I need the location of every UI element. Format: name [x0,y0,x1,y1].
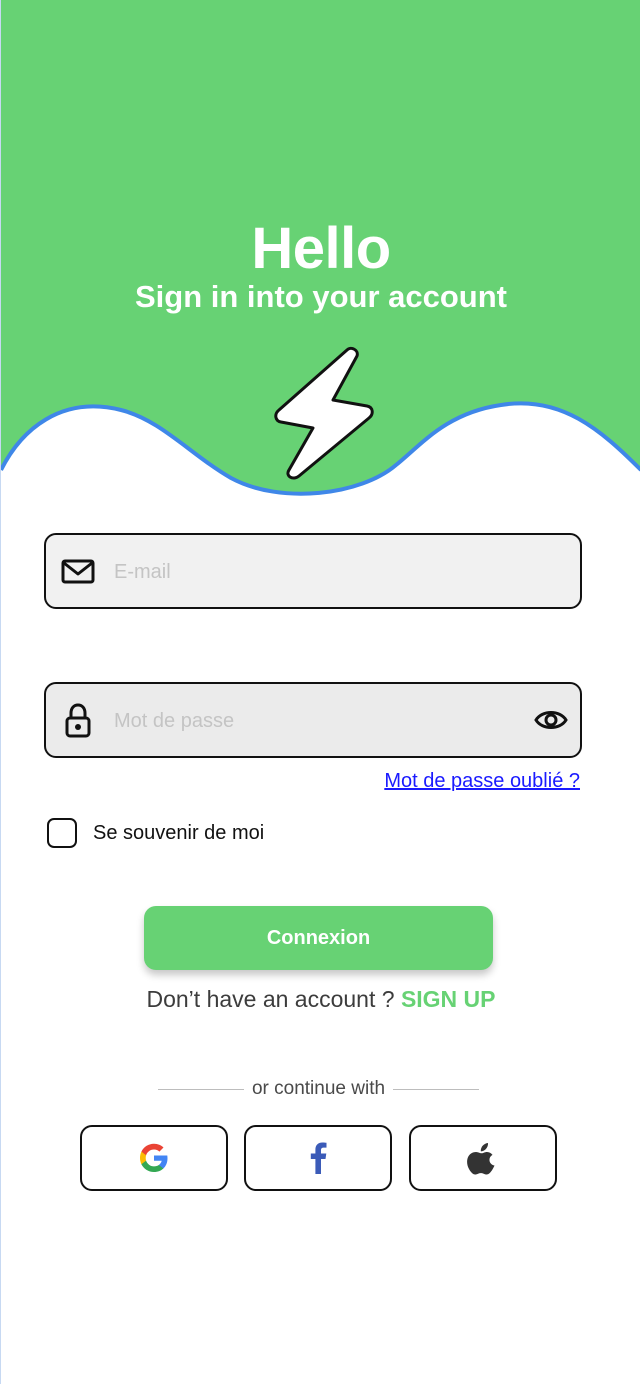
google-icon [140,1143,168,1172]
apple-icon [467,1143,495,1175]
email-input[interactable] [112,535,516,609]
signup-prompt-row: Don’t have an account ? SIGN UP [1,986,640,1013]
facebook-icon [310,1142,327,1174]
apple-sign-in-button[interactable] [409,1125,557,1191]
connexion-button[interactable]: Connexion [144,906,493,970]
lightning-bolt-logo [274,346,374,480]
signup-prompt-text: Don’t have an account ? [146,986,401,1012]
page-title: Hello [251,216,391,281]
sign-up-link[interactable]: SIGN UP [401,986,496,1012]
divider-line-right [393,1088,480,1090]
mail-icon [61,559,95,584]
divider-label: or continue with [251,1078,386,1099]
forgot-password-link[interactable]: Mot de passe oublié ? [384,770,580,793]
social-divider: or continue with [158,1078,480,1100]
google-sign-in-button[interactable] [80,1125,228,1191]
password-field-container [44,682,582,758]
divider-line-left [158,1088,244,1090]
remember-me-label: Se souvenir de moi [93,821,265,844]
lock-icon [65,703,91,738]
password-input[interactable] [112,684,516,758]
page-subtitle: Sign in into your account [135,279,507,314]
facebook-sign-in-button[interactable] [244,1125,392,1191]
eye-icon[interactable] [534,706,568,734]
remember-me-row: Se souvenir de moi [47,818,264,848]
remember-me-checkbox[interactable] [47,818,77,848]
email-field-container [44,533,582,609]
